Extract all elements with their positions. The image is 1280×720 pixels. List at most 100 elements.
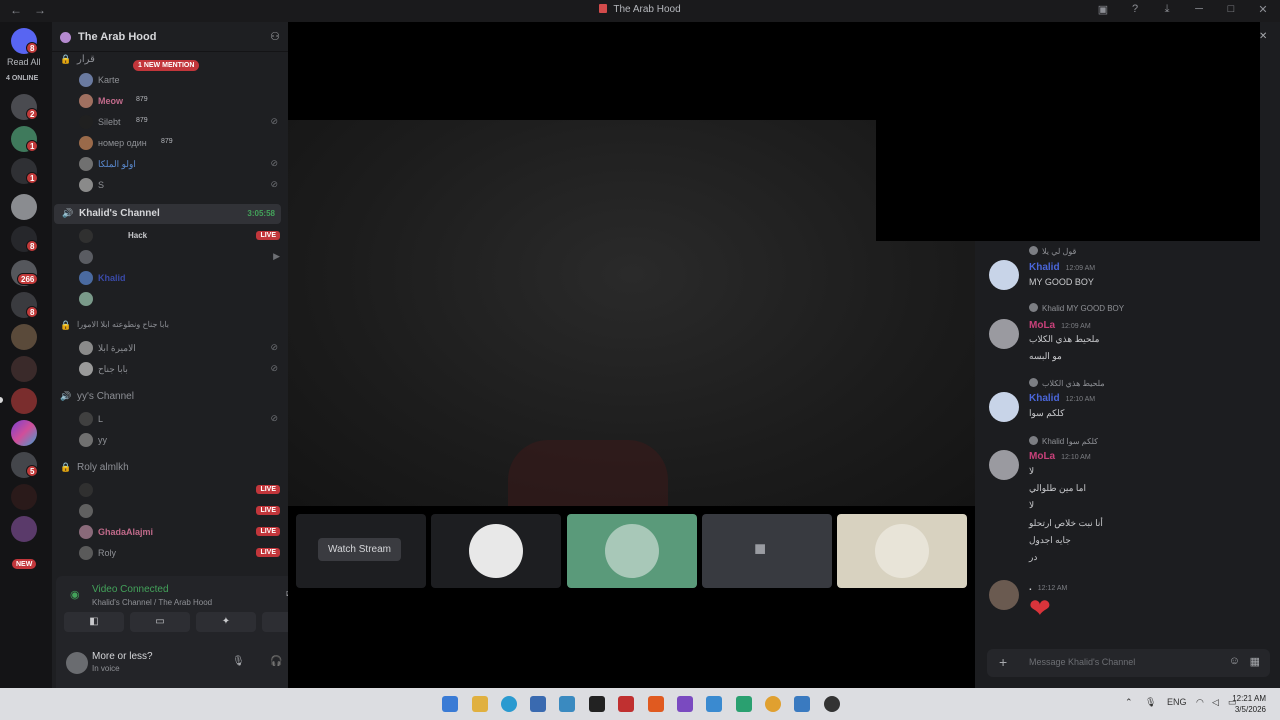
- server-icon-14[interactable]: [11, 516, 37, 542]
- app-icon[interactable]: [824, 696, 840, 712]
- avatar[interactable]: [989, 450, 1019, 480]
- server-icon-10[interactable]: [11, 388, 37, 414]
- voice-member[interactable]: LIVE: [52, 501, 288, 521]
- reply-preview[interactable]: Khalid كلكم سوا: [1029, 436, 1098, 446]
- apps-icon[interactable]: ▦: [1250, 655, 1260, 668]
- message-author[interactable]: Khalid 12:10 AM: [1029, 393, 1095, 404]
- tray-chevron-icon[interactable]: ⌃: [1125, 697, 1133, 708]
- start-menu-icon[interactable]: [442, 696, 458, 712]
- headset-icon[interactable]: 🎧: [270, 656, 282, 667]
- camera-toggle-button[interactable]: ◧: [64, 612, 124, 632]
- system-clock[interactable]: 12:21 AM 3/5/2026: [1232, 693, 1266, 715]
- reply-preview[interactable]: Khalid MY GOOD BOY: [1029, 303, 1124, 313]
- watch-stream-button[interactable]: Watch Stream: [318, 538, 401, 561]
- voice-member[interactable]: الاميرة ابلا ⊘: [52, 338, 288, 358]
- stream-tile[interactable]: Watch Stream: [296, 514, 426, 588]
- server-icon-11[interactable]: [11, 420, 37, 446]
- app-icon[interactable]: [618, 696, 634, 712]
- voice-member[interactable]: Silebt 879 ⊘: [52, 112, 288, 132]
- author-name[interactable]: Khalid: [1029, 262, 1060, 273]
- message-author[interactable]: MoLa 12:09 AM: [1029, 320, 1091, 331]
- voice-member[interactable]: Karte: [52, 70, 288, 90]
- server-name[interactable]: The Arab Hood: [78, 31, 156, 43]
- outlook-icon[interactable]: [559, 696, 575, 712]
- message-composer[interactable]: + Message Khalid's Channel ☺ ▦: [987, 649, 1270, 677]
- voice-member[interactable]: Meow 879: [52, 91, 288, 111]
- maximize-icon[interactable]: □: [1224, 3, 1238, 16]
- voice-member[interactable]: بابا جناح ⊘: [52, 359, 288, 379]
- app-icon[interactable]: [706, 696, 722, 712]
- file-explorer-icon[interactable]: [472, 696, 488, 712]
- author-name[interactable]: Khalid: [1029, 393, 1060, 404]
- voice-location[interactable]: Khalid's Channel / The Arab Hood: [92, 598, 212, 607]
- channel-khalids[interactable]: 🔊 Khalid's Channel 3:05:58: [54, 204, 281, 224]
- popout-video[interactable]: [876, 22, 1260, 241]
- reply-preview[interactable]: قول لي يلا: [1029, 246, 1076, 256]
- voice-member[interactable]: GhadaAlajmi LIVE: [52, 522, 288, 542]
- voice-member[interactable]: L ⊘: [52, 409, 288, 429]
- participant-tile[interactable]: [837, 514, 967, 588]
- mic-icon[interactable]: 🎙: [232, 656, 245, 667]
- inbox-icon[interactable]: ▣: [1096, 3, 1110, 16]
- read-all-button[interactable]: Read All: [7, 57, 41, 67]
- voice-member[interactable]: номер один 879: [52, 133, 288, 153]
- voice-member[interactable]: ▶: [52, 247, 288, 267]
- voice-member[interactable]: [52, 289, 288, 309]
- voice-member[interactable]: Khalid: [52, 268, 288, 288]
- app-icon[interactable]: [765, 696, 781, 712]
- app-icon[interactable]: [794, 696, 810, 712]
- add-attachment-icon[interactable]: +: [999, 654, 1007, 670]
- minimize-icon[interactable]: ─: [1192, 3, 1206, 16]
- user-name[interactable]: More or less?: [92, 651, 153, 662]
- avatar[interactable]: [989, 580, 1019, 610]
- server-icon-13[interactable]: [11, 484, 37, 510]
- voice-member[interactable]: Roly LIVE: [52, 543, 288, 563]
- tray-mic-icon[interactable]: 🎙: [1145, 697, 1156, 708]
- server-icon-8[interactable]: [11, 324, 37, 350]
- voice-member[interactable]: yy: [52, 430, 288, 450]
- voice-member[interactable]: Hack LIVE: [52, 226, 288, 246]
- channel-locked[interactable]: 🔒 بابا جناح ونطوعته ابلا الامورا: [52, 316, 288, 336]
- message-author[interactable]: Khalid 12:09 AM: [1029, 262, 1095, 273]
- channel-roly[interactable]: 🔒 Roly almlkh: [52, 458, 288, 478]
- voice-member[interactable]: S ⊘: [52, 175, 288, 195]
- visual-studio-icon[interactable]: [677, 696, 693, 712]
- participant-tile[interactable]: [567, 514, 697, 588]
- message-author[interactable]: . 12:12 AM: [1029, 582, 1067, 593]
- message-author[interactable]: MoLa 12:10 AM: [1029, 451, 1091, 462]
- app-icon[interactable]: [736, 696, 752, 712]
- author-name[interactable]: MoLa: [1029, 320, 1055, 331]
- server-icon-4[interactable]: [11, 194, 37, 220]
- author-name[interactable]: MoLa: [1029, 451, 1055, 462]
- terminal-icon[interactable]: [589, 696, 605, 712]
- avatar[interactable]: [989, 260, 1019, 290]
- voice-member[interactable]: اولو الملكا ⊘: [52, 154, 288, 174]
- message-input[interactable]: Message Khalid's Channel: [1029, 657, 1135, 667]
- author-name[interactable]: .: [1029, 582, 1032, 593]
- avatar[interactable]: [989, 392, 1019, 422]
- close-popout-icon[interactable]: ✕: [1259, 31, 1267, 42]
- avatar[interactable]: [66, 652, 88, 674]
- server-icon-9[interactable]: [11, 356, 37, 382]
- close-icon[interactable]: ✕: [1256, 3, 1270, 16]
- language-indicator[interactable]: ENG: [1167, 697, 1187, 707]
- reply-preview[interactable]: ملحيط هذي الكلاب: [1029, 378, 1105, 388]
- emoji-icon[interactable]: ☺: [1229, 655, 1240, 667]
- participant-tile[interactable]: ■: [702, 514, 832, 588]
- voice-status[interactable]: Video Connected: [92, 584, 169, 595]
- store-icon[interactable]: [530, 696, 546, 712]
- main-video-feed[interactable]: [288, 120, 975, 506]
- screen-share-button[interactable]: ▭: [130, 612, 190, 632]
- download-icon[interactable]: ⤓: [1160, 3, 1174, 16]
- avatar[interactable]: [989, 319, 1019, 349]
- brave-icon[interactable]: [648, 696, 664, 712]
- add-member-icon[interactable]: ⚇: [270, 30, 280, 43]
- volume-icon[interactable]: ◁: [1212, 697, 1219, 708]
- edge-browser-icon[interactable]: [501, 696, 517, 712]
- wifi-icon[interactable]: ◠: [1196, 697, 1204, 708]
- server-header[interactable]: The Arab Hood ⚇: [52, 22, 288, 52]
- activities-button[interactable]: ✦: [196, 612, 256, 632]
- participant-tile[interactable]: [431, 514, 561, 588]
- help-icon[interactable]: ?: [1128, 3, 1142, 16]
- channel-yy[interactable]: 🔊 yy's Channel: [52, 387, 288, 407]
